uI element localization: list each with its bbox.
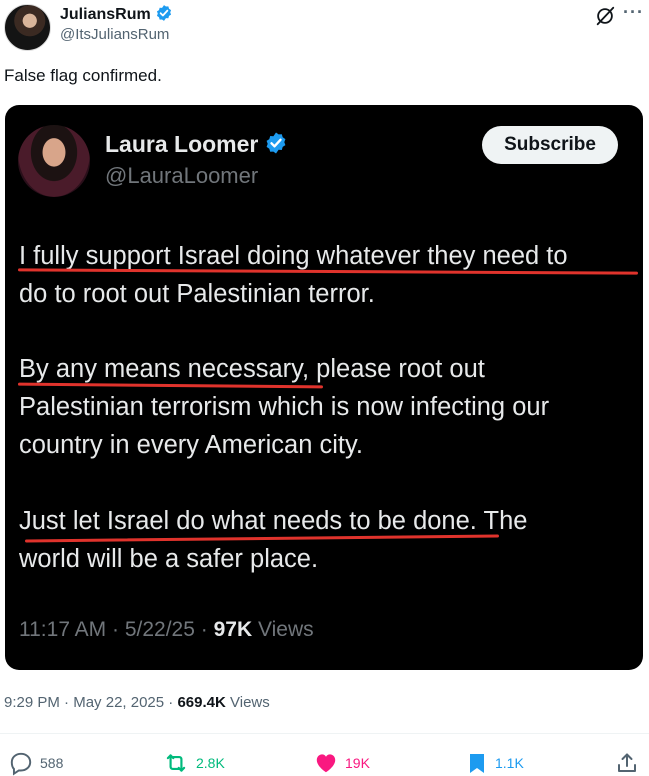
bookmark-count: 1.1K xyxy=(495,755,524,771)
author-display-name[interactable]: JuliansRum xyxy=(60,6,151,23)
post-date[interactable]: May 22, 2025 xyxy=(73,694,164,711)
repost-count: 2.8K xyxy=(196,755,225,771)
more-icon[interactable]: ··· xyxy=(623,2,644,23)
quoted-date: 5/22/25 xyxy=(124,618,195,641)
divider xyxy=(0,733,649,734)
quoted-display-name: Laura Loomer xyxy=(105,131,259,157)
quoted-handle: @LauraLoomer xyxy=(105,163,259,188)
quoted-verified-badge-icon xyxy=(264,131,288,161)
like-button[interactable]: 19K xyxy=(313,750,370,776)
grok-icon[interactable] xyxy=(594,5,616,32)
subscribe-button: Subscribe xyxy=(482,126,618,164)
author-avatar[interactable] xyxy=(4,4,51,51)
embedded-image[interactable]: Laura Loomer @LauraLoomer Subscribe I fu… xyxy=(5,105,643,670)
quoted-name-row: Laura Loomer xyxy=(105,131,288,161)
quoted-meta: 11:17 AM · 5/22/25 · 97K Views xyxy=(19,618,314,641)
quoted-paragraph-1: I fully support Israel doing whatever th… xyxy=(19,242,568,308)
share-icon xyxy=(618,753,636,772)
post-views-label: Views xyxy=(230,694,270,711)
author-name-row[interactable]: JuliansRum xyxy=(60,4,173,27)
quoted-time: 11:17 AM xyxy=(19,618,107,641)
like-count: 19K xyxy=(345,755,370,771)
post-views-count: 669.4K xyxy=(177,694,226,711)
post-meta: 9:29 PM · May 22, 2025 · 669.4K Views xyxy=(4,694,270,711)
quoted-views-label: Views xyxy=(257,618,314,641)
verified-badge-icon xyxy=(155,4,173,27)
quoted-avatar xyxy=(18,125,90,197)
author-handle[interactable]: @ItsJuliansRum xyxy=(60,26,169,43)
post-text: False flag confirmed. xyxy=(4,66,162,85)
share-button[interactable] xyxy=(615,750,645,776)
repost-icon xyxy=(166,754,186,772)
like-icon xyxy=(316,754,336,773)
reply-icon xyxy=(10,752,32,776)
reply-button[interactable]: 588 xyxy=(8,750,63,776)
post-time[interactable]: 9:29 PM xyxy=(4,694,60,711)
quoted-paragraph-2: By any means necessary, please root out … xyxy=(19,355,550,459)
quoted-views-count: 97K xyxy=(213,618,253,641)
bookmark-icon xyxy=(470,754,484,773)
repost-button[interactable]: 2.8K xyxy=(162,750,225,776)
bookmark-button[interactable]: 1.1K xyxy=(465,750,524,776)
reply-count: 588 xyxy=(40,755,64,771)
